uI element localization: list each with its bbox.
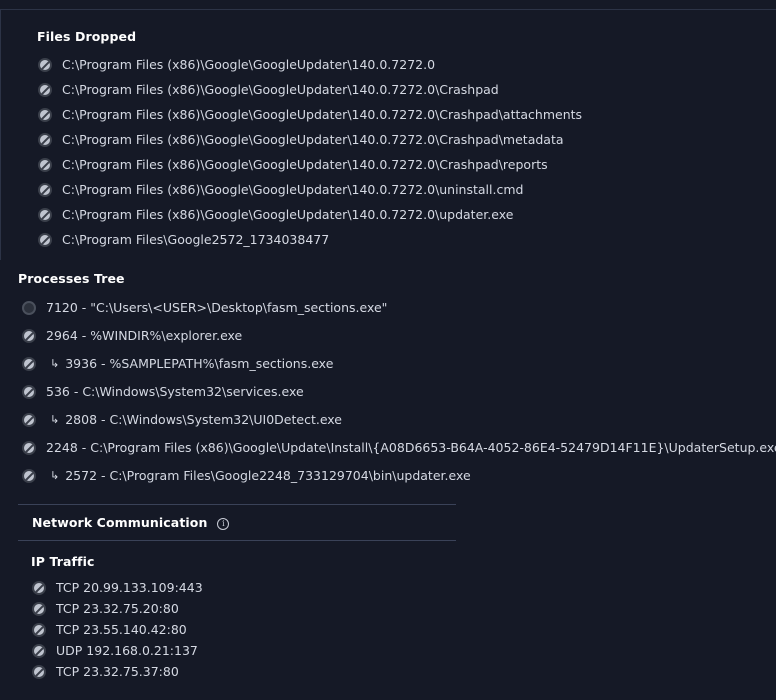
process-item[interactable]: ↳ 3936 - %SAMPLEPATH%\fasm_sections.exe: [22, 356, 333, 371]
info-icon[interactable]: i: [217, 518, 230, 530]
child-arrow-icon: ↳: [50, 357, 60, 370]
file-dropped-item[interactable]: C:\Program Files (x86)\Google\GoogleUpda…: [38, 82, 499, 97]
ip-traffic-item-label: TCP 23.32.75.37:80: [56, 664, 179, 679]
network-divider-top: [18, 504, 456, 505]
file-dropped-item-label: C:\Program Files (x86)\Google\GoogleUpda…: [62, 207, 514, 222]
slashed-circle-icon: [38, 57, 52, 72]
child-arrow-icon: ↳: [50, 469, 60, 482]
ip-traffic-item-label: UDP 192.168.0.21:137: [56, 643, 198, 658]
process-item[interactable]: 536 - C:\Windows\System32\services.exe: [22, 384, 304, 399]
file-dropped-item[interactable]: C:\Program Files (x86)\Google\GoogleUpda…: [38, 107, 582, 122]
file-dropped-item[interactable]: C:\Program Files (x86)\Google\GoogleUpda…: [38, 207, 513, 222]
file-dropped-item-label: C:\Program Files (x86)\Google\GoogleUpda…: [62, 182, 524, 197]
process-item[interactable]: ↳ 2808 - C:\Windows\System32\UI0Detect.ex…: [22, 412, 342, 427]
slashed-circle-icon: [22, 412, 36, 427]
ip-traffic-item[interactable]: TCP 20.99.133.109:443: [32, 580, 203, 595]
slashed-circle-icon: [38, 107, 52, 122]
slashed-circle-icon: [38, 157, 52, 172]
process-item[interactable]: 7120 - "C:\Users\<USER>\Desktop\fasm_sec…: [22, 300, 387, 315]
process-item-label: 536 - C:\Windows\System32\services.exe: [46, 384, 304, 399]
child-arrow-icon: ↳: [50, 413, 60, 426]
slashed-circle-icon: [38, 207, 52, 222]
slashed-circle-icon: [32, 664, 46, 679]
network-communication-label: Network Communication: [32, 515, 208, 530]
file-dropped-item-label: C:\Program Files (x86)\Google\GoogleUpda…: [62, 82, 499, 97]
slashed-circle-icon: [38, 132, 52, 147]
process-item-label: 7120 - "C:\Users\<USER>\Desktop\fasm_sec…: [46, 300, 388, 315]
process-item-label: 2572 - C:\Program Files\Google2248_73312…: [65, 468, 471, 483]
process-item[interactable]: ↳ 2572 - C:\Program Files\Google2248_7331…: [22, 468, 471, 483]
slashed-circle-icon: [32, 601, 46, 616]
file-dropped-item-label: C:\Program Files (x86)\Google\GoogleUpda…: [62, 57, 436, 72]
ip-traffic-item-label: TCP 23.32.75.20:80: [56, 601, 179, 616]
ip-traffic-title: IP Traffic: [31, 554, 95, 569]
ip-traffic-item[interactable]: TCP 23.32.75.37:80: [32, 664, 179, 679]
slashed-circle-icon: [32, 622, 46, 637]
network-divider-bottom: [18, 540, 456, 541]
process-item[interactable]: 2248 - C:\Program Files (x86)\Google\Upd…: [22, 440, 776, 455]
file-dropped-item[interactable]: C:\Program Files (x86)\Google\GoogleUpda…: [38, 57, 435, 72]
slashed-circle-icon: [22, 328, 36, 343]
slashed-circle-icon: [32, 580, 46, 595]
dark-circle-icon: [22, 300, 36, 315]
file-dropped-item-label: C:\Program Files (x86)\Google\GoogleUpda…: [62, 107, 583, 122]
process-item[interactable]: 2964 - %WINDIR%\explorer.exe: [22, 328, 242, 343]
processes-tree-title: Processes Tree: [18, 271, 125, 286]
file-dropped-item[interactable]: C:\Program Files (x86)\Google\GoogleUpda…: [38, 182, 523, 197]
slashed-circle-icon: [22, 384, 36, 399]
network-communication-title: Network Communication i: [32, 515, 230, 530]
slashed-circle-icon: [38, 232, 52, 247]
files-dropped-title: Files Dropped: [37, 29, 137, 44]
ip-traffic-item-label: TCP 23.55.140.42:80: [56, 622, 187, 637]
file-dropped-item-label: C:\Program Files\Google2572_1734038477: [62, 232, 330, 247]
file-dropped-item[interactable]: C:\Program Files\Google2572_1734038477: [38, 232, 329, 247]
slashed-circle-icon: [38, 82, 52, 97]
process-item-label: 2808 - C:\Windows\System32\UI0Detect.exe: [65, 412, 342, 427]
file-dropped-item-label: C:\Program Files (x86)\Google\GoogleUpda…: [62, 157, 548, 172]
file-dropped-item[interactable]: C:\Program Files (x86)\Google\GoogleUpda…: [38, 157, 548, 172]
process-item-label: 2248 - C:\Program Files (x86)\Google\Upd…: [46, 440, 776, 455]
ip-traffic-item[interactable]: UDP 192.168.0.21:137: [32, 643, 198, 658]
slashed-circle-icon: [22, 356, 36, 371]
process-item-label: 3936 - %SAMPLEPATH%\fasm_sections.exe: [65, 356, 334, 371]
ip-traffic-item[interactable]: TCP 23.32.75.20:80: [32, 601, 179, 616]
ip-traffic-item[interactable]: TCP 23.55.140.42:80: [32, 622, 187, 637]
slashed-circle-icon: [38, 182, 52, 197]
file-dropped-item[interactable]: C:\Program Files (x86)\Google\GoogleUpda…: [38, 132, 564, 147]
slashed-circle-icon: [22, 468, 36, 483]
process-item-label: 2964 - %WINDIR%\explorer.exe: [46, 328, 243, 343]
ip-traffic-item-label: TCP 20.99.133.109:443: [56, 580, 203, 595]
slashed-circle-icon: [22, 440, 36, 455]
file-dropped-item-label: C:\Program Files (x86)\Google\GoogleUpda…: [62, 132, 564, 147]
slashed-circle-icon: [32, 643, 46, 658]
